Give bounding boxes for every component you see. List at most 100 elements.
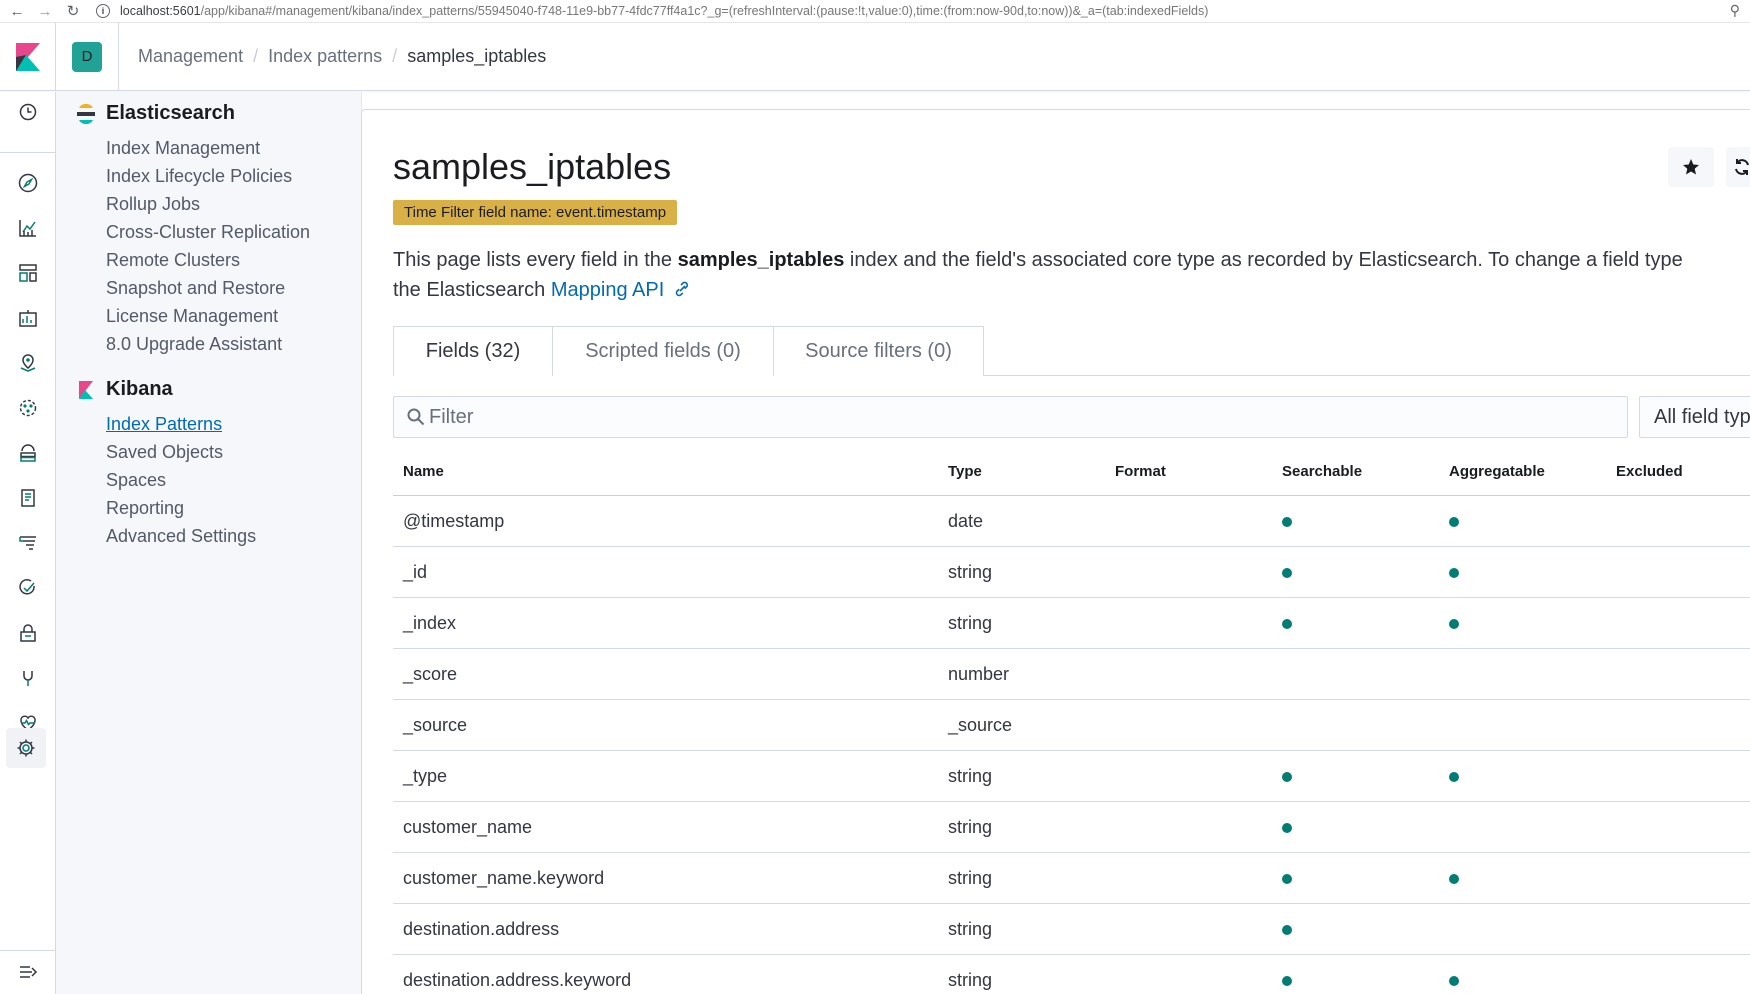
collapse-nav-icon[interactable] xyxy=(0,952,56,992)
description-index-name: samples_iptables xyxy=(677,249,845,271)
sidebar-item-remote-clusters[interactable]: Remote Clusters xyxy=(106,250,240,271)
management-gear-icon[interactable] xyxy=(6,728,46,768)
sidebar-item-cross-cluster-replication[interactable]: Cross-Cluster Replication xyxy=(106,222,310,243)
searchable-dot-icon xyxy=(1282,924,1292,935)
space-avatar[interactable]: D xyxy=(72,41,102,72)
field-type-cell: number xyxy=(948,663,1010,684)
column-header-aggregatable[interactable]: Aggregatable xyxy=(1439,463,1606,480)
tab-source-filters[interactable]: Source filters (0) xyxy=(773,326,984,376)
breadcrumb-management[interactable]: Management xyxy=(138,46,243,67)
sidebar-item-license-management[interactable]: License Management xyxy=(106,306,278,327)
table-body: @timestamp date _id string _index string _scor… xyxy=(393,496,1750,994)
tab-fields[interactable]: Fields (32) xyxy=(393,326,553,376)
searchable-dot-icon xyxy=(1282,873,1292,884)
time-filter-badge: Time Filter field name: event.timestamp xyxy=(393,200,678,225)
column-header-excluded[interactable]: Excluded xyxy=(1606,463,1750,480)
column-header-searchable[interactable]: Searchable xyxy=(1272,463,1439,480)
address-bar[interactable]: i localhost:5601/app/kibana#/management/… xyxy=(96,4,1208,18)
aggregatable-cell xyxy=(1439,766,1606,787)
field-type-cell: string xyxy=(948,612,993,633)
maps-icon[interactable] xyxy=(0,343,56,383)
sidebar-group-kibana: Kibana xyxy=(76,378,173,401)
dev-tools-icon[interactable] xyxy=(0,658,56,698)
visualize-icon[interactable] xyxy=(0,208,56,248)
logs-icon[interactable] xyxy=(0,478,56,518)
searchable-dot-icon xyxy=(1282,618,1292,629)
index-pattern-panel: samples_iptables Time Filter field name:… xyxy=(361,109,1750,994)
page-description: This page lists every field in the sampl… xyxy=(393,245,1750,305)
recently-viewed-icon[interactable] xyxy=(0,92,56,132)
apm-icon[interactable] xyxy=(0,523,56,563)
sidebar-item-reporting[interactable]: Reporting xyxy=(106,498,184,519)
breadcrumb: Management / Index patterns / samples_ip… xyxy=(138,46,546,67)
field-type-select[interactable]: All field types xyxy=(1639,396,1750,438)
sidebar-item-upgrade-assistant[interactable]: 8.0 Upgrade Assistant xyxy=(106,334,282,355)
mapping-api-link[interactable]: Mapping API xyxy=(551,279,664,301)
sidebar-item-rollup-jobs[interactable]: Rollup Jobs xyxy=(106,194,200,215)
kibana-logo-icon[interactable] xyxy=(0,22,56,91)
aggregatable-cell xyxy=(1439,613,1606,634)
sidebar-item-index-management[interactable]: Index Management xyxy=(106,138,260,159)
discover-icon[interactable] xyxy=(0,163,56,203)
refresh-fields-button[interactable] xyxy=(1726,147,1750,187)
siem-icon[interactable] xyxy=(0,613,56,653)
rail-divider xyxy=(0,152,56,153)
reload-icon[interactable]: ↻ xyxy=(62,0,84,22)
forward-icon[interactable]: → xyxy=(34,0,56,22)
sidebar-item-advanced-settings[interactable]: Advanced Settings xyxy=(106,526,256,547)
dashboard-icon[interactable] xyxy=(0,253,56,293)
table-row: destination.address.keyword string xyxy=(393,955,1750,994)
title-actions xyxy=(1656,147,1750,187)
field-type-cell: string xyxy=(948,867,993,888)
sidebar-item-snapshot-and-restore[interactable]: Snapshot and Restore xyxy=(106,278,285,299)
table-row: _type string xyxy=(393,751,1750,802)
aggregatable-dot-icon xyxy=(1449,975,1459,986)
breadcrumb-separator: / xyxy=(392,46,398,66)
site-info-icon[interactable]: i xyxy=(96,4,110,18)
sidebar-group-elasticsearch: Elasticsearch xyxy=(76,102,235,125)
field-type-cell: string xyxy=(948,918,993,939)
uptime-icon[interactable] xyxy=(0,568,56,608)
field-name-cell: customer_name.keyword xyxy=(403,867,605,888)
refresh-icon xyxy=(1735,159,1749,175)
elasticsearch-logo-icon xyxy=(77,103,95,124)
column-header-type[interactable]: Type xyxy=(938,463,1105,480)
sidebar-item-index-lifecycle-policies[interactable]: Index Lifecycle Policies xyxy=(106,166,292,187)
sidebar-item-spaces[interactable]: Spaces xyxy=(106,470,166,491)
field-name-cell: _score xyxy=(403,663,458,684)
field-name-cell: _type xyxy=(403,765,448,786)
field-name-cell: destination.address.keyword xyxy=(403,969,632,990)
field-name-cell: _id xyxy=(403,561,428,582)
machine-learning-icon[interactable] xyxy=(0,388,56,428)
table-row: _id string xyxy=(393,547,1750,598)
table-row: customer_name string xyxy=(393,802,1750,853)
searchable-dot-icon xyxy=(1282,771,1292,782)
breadcrumb-index-patterns[interactable]: Index patterns xyxy=(268,46,382,67)
zoom-icon[interactable]: ⚲ xyxy=(1730,2,1740,19)
field-type-cell: date xyxy=(948,510,984,531)
searchable-cell xyxy=(1272,817,1439,838)
field-name-cell: _index xyxy=(403,612,457,633)
field-type-cell: string xyxy=(948,816,993,837)
searchable-cell xyxy=(1272,511,1439,532)
browser-toolbar: ← → ↻ i localhost:5601/app/kibana#/manag… xyxy=(0,0,1750,23)
tab-scripted-fields[interactable]: Scripted fields (0) xyxy=(552,326,774,376)
filter-search-input[interactable]: Filter xyxy=(393,396,1628,438)
set-default-star-button[interactable] xyxy=(1668,147,1714,187)
column-header-name[interactable]: Name xyxy=(393,463,938,480)
breadcrumb-current: samples_iptables xyxy=(407,46,547,66)
sidebar-item-index-patterns[interactable]: Index Patterns xyxy=(106,414,222,435)
table-row: customer_name.keyword string xyxy=(393,853,1750,904)
column-header-format[interactable]: Format xyxy=(1105,463,1272,480)
sidebar-group-title: Elasticsearch xyxy=(106,102,235,124)
breadcrumb-separator: / xyxy=(253,46,259,66)
filter-placeholder: Filter xyxy=(429,405,474,428)
canvas-icon[interactable] xyxy=(0,298,56,338)
infrastructure-icon[interactable] xyxy=(0,433,56,473)
external-link-icon[interactable] xyxy=(673,281,691,297)
back-icon[interactable]: ← xyxy=(6,0,28,22)
sidebar-item-saved-objects[interactable]: Saved Objects xyxy=(106,442,223,463)
sidebar-group-title: Kibana xyxy=(106,378,173,400)
aggregatable-dot-icon xyxy=(1449,771,1459,782)
url-host: localhost:5601 xyxy=(120,4,201,18)
